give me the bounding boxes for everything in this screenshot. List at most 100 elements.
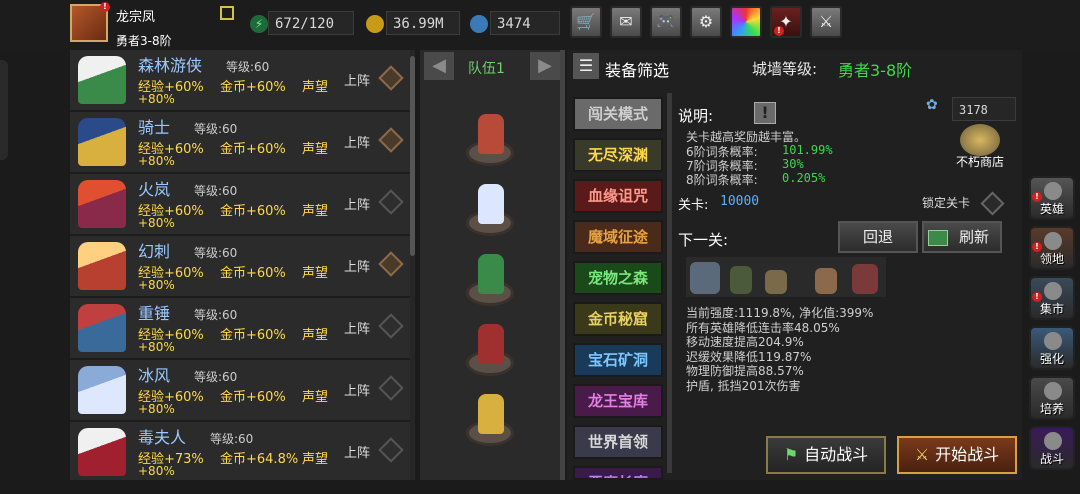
mode-button[interactable]: 魔域征途 <box>573 220 663 254</box>
deploy-toggle[interactable] <box>378 189 404 215</box>
team-slot[interactable] <box>462 252 518 310</box>
team-slot[interactable] <box>462 392 518 450</box>
deploy-toggle[interactable] <box>378 127 404 153</box>
menu-icon[interactable]: ☰ <box>573 53 599 79</box>
stamina-value: 672/120 <box>268 11 354 35</box>
hero-row[interactable]: 森林游侠 等级:60 经验+60% 金币+60% 声望 +80% 上阵 <box>70 50 410 112</box>
hero-sprite <box>78 118 126 166</box>
enemy-sprite <box>730 266 752 294</box>
mode-button[interactable]: 无尽深渊 <box>573 138 663 172</box>
deploy-toggle[interactable] <box>378 437 404 463</box>
team-label: 队伍1 <box>468 61 505 77</box>
hero-fame-bonus: +80% <box>138 216 175 230</box>
start-battle-button[interactable]: ⚔ 开始战斗 <box>897 436 1017 474</box>
side-menu-icon <box>1044 332 1062 350</box>
settings-button[interactable]: ⚙ <box>690 6 722 38</box>
hero-fame-bonus: +80% <box>138 340 175 354</box>
hero-list-scrollbar[interactable] <box>410 56 415 256</box>
deploy-toggle[interactable] <box>378 313 404 339</box>
edge-drawer-handle[interactable] <box>0 60 8 160</box>
deploy-button[interactable]: 上阵 <box>344 442 370 461</box>
back-button[interactable]: 回退 <box>838 221 918 253</box>
mode-button[interactable]: 金币秘窟 <box>573 302 663 336</box>
info-icon[interactable]: ! <box>754 102 776 124</box>
hero-name: 森林游侠 <box>138 56 203 75</box>
hero-row[interactable]: 幻刺 等级:60 经验+60% 金币+60% 声望 +80% 上阵 <box>70 236 410 298</box>
deploy-button[interactable]: 上阵 <box>344 70 370 89</box>
mode-scrollbar[interactable] <box>667 93 672 473</box>
hero-level: 等级:60 <box>210 432 254 446</box>
deploy-toggle[interactable] <box>378 375 404 401</box>
color-wheel-button[interactable] <box>730 6 762 38</box>
side-menu-4[interactable]: 培养 <box>1029 376 1075 420</box>
deploy-button[interactable]: 上阵 <box>344 194 370 213</box>
auto-battle-button[interactable]: ⚑ 自动战斗 <box>766 436 886 474</box>
rate-value: 0.205% <box>782 171 826 185</box>
edit-icon[interactable] <box>220 6 234 20</box>
stage-value: 10000 <box>720 194 760 209</box>
deploy-button[interactable]: 上阵 <box>344 318 370 337</box>
deploy-toggle[interactable] <box>378 251 404 277</box>
gamepad-button[interactable]: 🎮 <box>650 6 682 38</box>
alert-icon: ! <box>1032 242 1042 252</box>
hero-fame-bonus: +80% <box>138 92 175 106</box>
hero-fame-label: 声望 <box>302 452 329 467</box>
hero-list[interactable]: 森林游侠 等级:60 经验+60% 金币+60% 声望 +80% 上阵 骑士 等级:60 经验+6… <box>70 50 415 480</box>
gold-coin-icon <box>366 15 384 33</box>
immortal-shop-label[interactable]: 不朽商店 <box>956 153 1004 170</box>
equipment-filter-label[interactable]: 装备筛选 <box>605 57 669 81</box>
next-team-arrow[interactable]: ▶ <box>530 52 560 80</box>
hero-row[interactable]: 毒夫人 等级:60 经验+73% 金币+64.8% 声望 +80% 上阵 <box>70 422 410 480</box>
side-menu-label: 战斗 <box>1039 452 1064 466</box>
mode-button[interactable]: 血缘诅咒 <box>573 179 663 213</box>
immortal-shop-icon[interactable] <box>960 124 1000 156</box>
lightning-icon: ⚡ <box>250 15 268 33</box>
mail-button[interactable]: ✉ <box>610 6 642 38</box>
mode-button[interactable]: 恶魔长廊 <box>573 466 663 480</box>
enemy-sprite <box>852 264 878 294</box>
hero-sprite <box>78 428 126 476</box>
deploy-button[interactable]: 上阵 <box>344 380 370 399</box>
rate-label: 8阶词条概率: <box>686 173 758 187</box>
mode-button[interactable]: 宝石矿洞 <box>573 343 663 377</box>
deploy-toggle[interactable] <box>378 65 404 91</box>
mode-button[interactable]: 宠物之森 <box>573 261 663 295</box>
prev-team-arrow[interactable]: ◀ <box>424 52 454 80</box>
hero-sprite <box>78 56 126 104</box>
side-menu-5[interactable]: 战斗 <box>1029 426 1075 470</box>
refresh-label: 刷新 <box>958 228 989 246</box>
team-slot[interactable] <box>462 112 518 170</box>
mode-button[interactable]: 世界首领 <box>573 425 663 459</box>
team-slot[interactable] <box>462 182 518 240</box>
lock-stage-label: 锁定关卡 <box>922 196 971 210</box>
side-menu-3[interactable]: 强化 <box>1029 326 1075 370</box>
deploy-button[interactable]: 上阵 <box>344 256 370 275</box>
hero-fame-label: 声望 <box>302 390 329 405</box>
team-slot[interactable] <box>462 322 518 380</box>
cart-icon: 🛒 <box>576 12 596 31</box>
crossed-swords-icon: ⚔ <box>818 12 834 31</box>
side-menu-icon <box>1044 432 1062 450</box>
wall-level-value: 勇者3-8阶 <box>838 61 913 80</box>
side-menu-label: 强化 <box>1039 352 1064 366</box>
crossed-swords-button[interactable]: ⚔ <box>810 6 842 38</box>
alert-icon: ! <box>1032 292 1042 302</box>
enemy-sprite <box>815 268 837 294</box>
mode-button[interactable]: 龙王宝库 <box>573 384 663 418</box>
hero-row[interactable]: 重锤 等级:60 经验+60% 金币+60% 声望 +80% 上阵 <box>70 298 410 360</box>
rate-value: 30% <box>782 157 804 171</box>
hero-level: 等级:60 <box>194 184 238 198</box>
hero-row[interactable]: 骑士 等级:60 经验+60% 金币+60% 声望 +80% 上阵 <box>70 112 410 174</box>
mode-button[interactable]: 闯关模式 <box>573 97 663 131</box>
hero-row[interactable]: 火岚 等级:60 经验+60% 金币+60% 声望 +80% 上阵 <box>70 174 410 236</box>
hero-fame-label: 声望 <box>302 142 329 157</box>
hero-gold-bonus: 金币+60% <box>220 142 286 157</box>
stage-label: 关卡: <box>678 198 709 213</box>
hero-level: 等级:60 <box>194 308 238 322</box>
enemy-sprite <box>765 270 787 294</box>
team-hero-sprite <box>478 184 504 224</box>
hero-name: 毒夫人 <box>138 428 187 447</box>
shop-cart-button[interactable]: 🛒 <box>570 6 602 38</box>
deploy-button[interactable]: 上阵 <box>344 132 370 151</box>
hero-row[interactable]: 冰风 等级:60 经验+60% 金币+60% 声望 +80% 上阵 <box>70 360 410 422</box>
